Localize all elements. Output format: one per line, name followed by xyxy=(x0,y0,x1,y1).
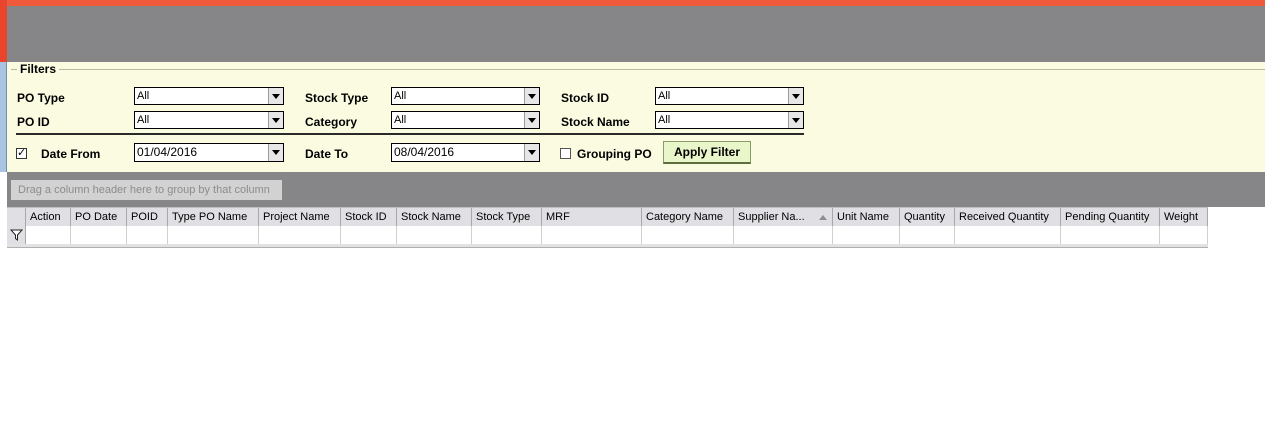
category-label: Category xyxy=(305,115,358,129)
side-panel-edge[interactable] xyxy=(0,62,7,172)
column-header[interactable]: Stock Name xyxy=(397,208,472,227)
category-value: All xyxy=(394,114,407,126)
chevron-down-icon[interactable] xyxy=(788,88,803,104)
filter-cell[interactable] xyxy=(26,226,71,244)
chevron-down-icon[interactable] xyxy=(524,144,539,161)
stock-name-combo[interactable]: All xyxy=(655,111,804,129)
title-bar xyxy=(7,6,1265,62)
category-combo[interactable]: All xyxy=(391,111,540,129)
stock-type-combo[interactable]: All xyxy=(391,87,540,105)
stock-id-combo[interactable]: All xyxy=(655,87,804,105)
column-header-label: PO Date xyxy=(75,211,118,223)
chevron-down-icon[interactable] xyxy=(268,88,283,104)
date-from-picker[interactable]: 01/04/2016 xyxy=(134,143,284,162)
filter-cell[interactable] xyxy=(1061,226,1160,244)
column-header[interactable]: Quantity xyxy=(900,208,955,227)
column-header[interactable]: Stock ID xyxy=(341,208,397,227)
po-type-label: PO Type xyxy=(17,91,65,105)
chevron-down-icon[interactable] xyxy=(268,144,283,161)
stock-name-label: Stock Name xyxy=(561,115,630,129)
stock-type-label: Stock Type xyxy=(305,91,369,105)
filter-cell[interactable] xyxy=(542,226,642,244)
date-to-value: 08/04/2016 xyxy=(394,145,455,159)
filter-cell[interactable] xyxy=(642,226,734,244)
checkmark-icon: ✓ xyxy=(17,147,27,159)
grid-footer xyxy=(7,244,1208,248)
column-header[interactable]: Received Quantity xyxy=(955,208,1061,227)
column-header[interactable]: Weight xyxy=(1160,208,1208,227)
column-header-label: Stock ID xyxy=(345,211,387,223)
column-header-label: Type PO Name xyxy=(172,211,248,223)
column-header[interactable]: Unit Name xyxy=(833,208,900,227)
column-header-label: Project Name xyxy=(263,211,330,223)
column-header[interactable]: Supplier Na... xyxy=(734,208,833,227)
group-by-panel[interactable]: Drag a column header here to group by th… xyxy=(11,180,282,200)
column-header-label: Unit Name xyxy=(837,211,889,223)
filter-cell[interactable] xyxy=(900,226,955,244)
po-type-value: All xyxy=(137,90,150,102)
filter-funnel-icon[interactable] xyxy=(7,226,26,244)
filter-cell[interactable] xyxy=(472,226,542,244)
filter-cell[interactable] xyxy=(1160,226,1208,244)
filters-divider xyxy=(16,133,804,135)
column-header[interactable]: Type PO Name xyxy=(168,208,259,227)
column-header-label: Supplier Na... xyxy=(738,211,805,223)
filter-cell[interactable] xyxy=(341,226,397,244)
column-header-label: POID xyxy=(131,211,158,223)
filter-cell[interactable] xyxy=(71,226,127,244)
sort-ascending-icon xyxy=(819,215,827,220)
stock-type-value: All xyxy=(394,90,407,102)
stock-id-value: All xyxy=(658,90,671,102)
filter-cell[interactable] xyxy=(127,226,168,244)
column-header[interactable]: Project Name xyxy=(259,208,341,227)
date-from-value: 01/04/2016 xyxy=(137,145,198,159)
grid-group-area: Drag a column header here to group by th… xyxy=(7,172,1265,207)
chevron-down-icon[interactable] xyxy=(268,112,283,128)
column-header-label: Category Name xyxy=(646,211,724,223)
grouping-po-checkbox[interactable] xyxy=(560,148,571,159)
column-header-label: Stock Name xyxy=(401,211,461,223)
filters-title: Filters xyxy=(17,62,60,76)
column-header-label: Received Quantity xyxy=(959,211,1049,223)
po-type-combo[interactable]: All xyxy=(134,87,284,105)
column-header-label: Pending Quantity xyxy=(1065,211,1150,223)
filter-cell[interactable] xyxy=(833,226,900,244)
grouping-po-label: Grouping PO xyxy=(577,147,652,161)
column-header[interactable]: POID xyxy=(127,208,168,227)
stock-name-value: All xyxy=(658,114,671,126)
filter-cell[interactable] xyxy=(955,226,1061,244)
apply-filter-button[interactable]: Apply Filter xyxy=(663,141,751,164)
date-to-label: Date To xyxy=(305,147,349,161)
window-left-accent xyxy=(0,0,7,62)
grid-corner xyxy=(7,208,26,227)
po-id-value: All xyxy=(137,114,150,126)
filter-cell[interactable] xyxy=(734,226,833,244)
chevron-down-icon[interactable] xyxy=(788,112,803,128)
column-header[interactable]: Category Name xyxy=(642,208,734,227)
column-header-label: MRF xyxy=(546,211,570,223)
filter-cell[interactable] xyxy=(259,226,341,244)
date-from-checkbox[interactable]: ✓ xyxy=(16,148,27,159)
column-header[interactable]: MRF xyxy=(542,208,642,227)
column-header[interactable]: PO Date xyxy=(71,208,127,227)
date-to-picker[interactable]: 08/04/2016 xyxy=(391,143,540,162)
column-header-label: Weight xyxy=(1164,211,1199,223)
stock-id-label: Stock ID xyxy=(561,91,610,105)
column-header-label: Action xyxy=(30,211,61,223)
po-id-label: PO ID xyxy=(17,115,50,129)
column-header-label: Quantity xyxy=(904,211,945,223)
column-header[interactable]: Stock Type xyxy=(472,208,542,227)
column-header[interactable]: Pending Quantity xyxy=(1061,208,1160,227)
filter-cell[interactable] xyxy=(397,226,472,244)
column-header[interactable]: Action xyxy=(26,208,71,227)
po-id-combo[interactable]: All xyxy=(134,111,284,129)
chevron-down-icon[interactable] xyxy=(524,88,539,104)
grid-header-row: Action PO Date POID Type PO Name Project Nam… xyxy=(7,207,1208,227)
filters-panel: Filters PO Type All Stock Type All Stock… xyxy=(7,62,1265,172)
column-header-label: Stock Type xyxy=(476,211,531,223)
filter-cell[interactable] xyxy=(168,226,259,244)
date-from-label: Date From xyxy=(41,147,101,161)
chevron-down-icon[interactable] xyxy=(524,112,539,128)
grid-filter-row xyxy=(7,226,1208,244)
